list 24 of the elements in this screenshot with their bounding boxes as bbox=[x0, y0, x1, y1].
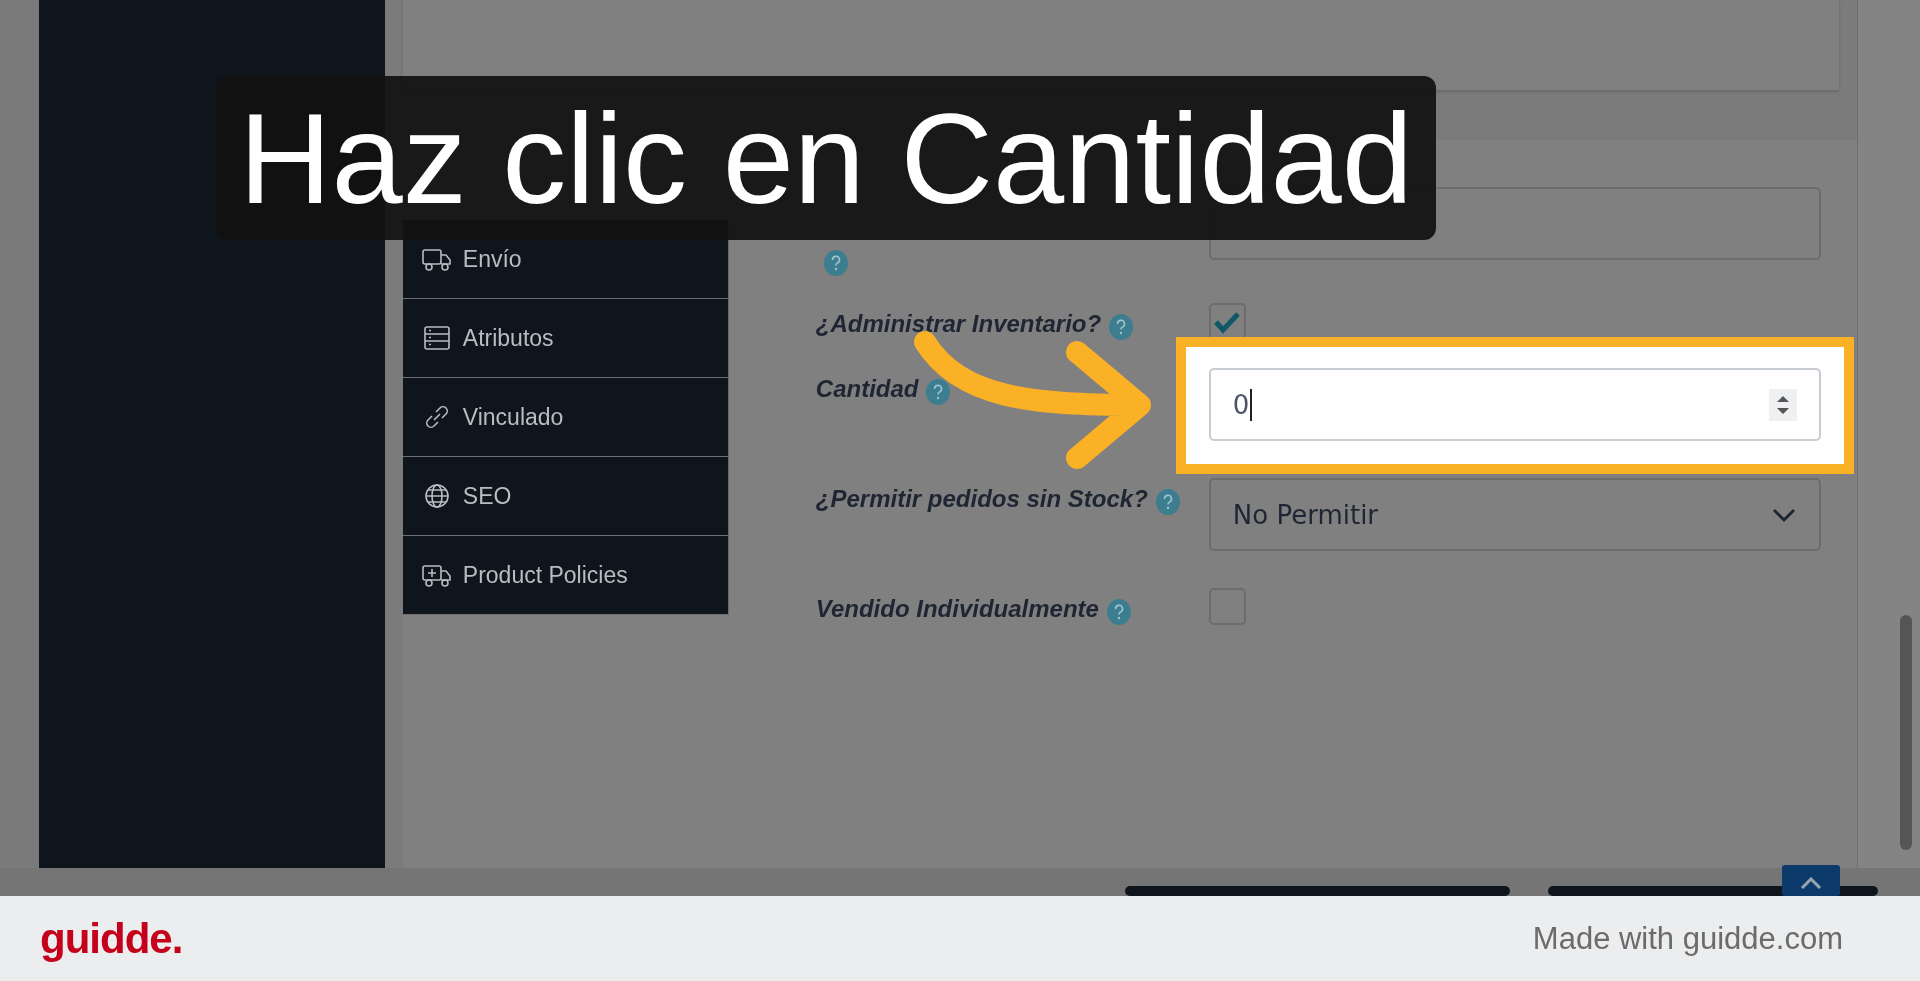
field-label: ¿Administrar Inventario? bbox=[815, 310, 1102, 337]
help-icon[interactable] bbox=[823, 250, 848, 276]
tab[interactable]: Atributos bbox=[402, 299, 728, 378]
tab[interactable]: Vinculado bbox=[402, 378, 728, 457]
tab[interactable]: Product Policies bbox=[402, 536, 728, 615]
help-icon[interactable] bbox=[1109, 314, 1134, 340]
field-label: Vendido Individualmente bbox=[815, 595, 1099, 622]
scroll-top-button[interactable] bbox=[1782, 865, 1840, 896]
number-field[interactable]: 0 bbox=[1208, 368, 1821, 441]
credit-text: Made with guidde.com bbox=[1532, 920, 1843, 957]
field-label: ¿Permitir pedidos sin Stock? bbox=[815, 485, 1148, 512]
chevron-down-icon bbox=[1770, 506, 1797, 523]
spinner-icon[interactable] bbox=[1768, 388, 1797, 421]
caret-icon bbox=[1800, 877, 1822, 889]
field-label: Cantidad bbox=[815, 375, 919, 402]
scrollbar[interactable] bbox=[1857, 0, 1920, 868]
help-icon[interactable] bbox=[926, 379, 951, 405]
help-icon[interactable] bbox=[1155, 489, 1180, 515]
logo[interactable]: guidde. bbox=[40, 914, 183, 963]
help-icon[interactable] bbox=[1106, 599, 1131, 625]
dropdown[interactable]: No Permitir bbox=[1208, 478, 1821, 551]
instruction-tooltip: Haz clic en Cantidad bbox=[216, 76, 1436, 240]
tab[interactable]: SEO bbox=[402, 457, 728, 536]
scrollbar-thumb[interactable] bbox=[1900, 615, 1913, 850]
